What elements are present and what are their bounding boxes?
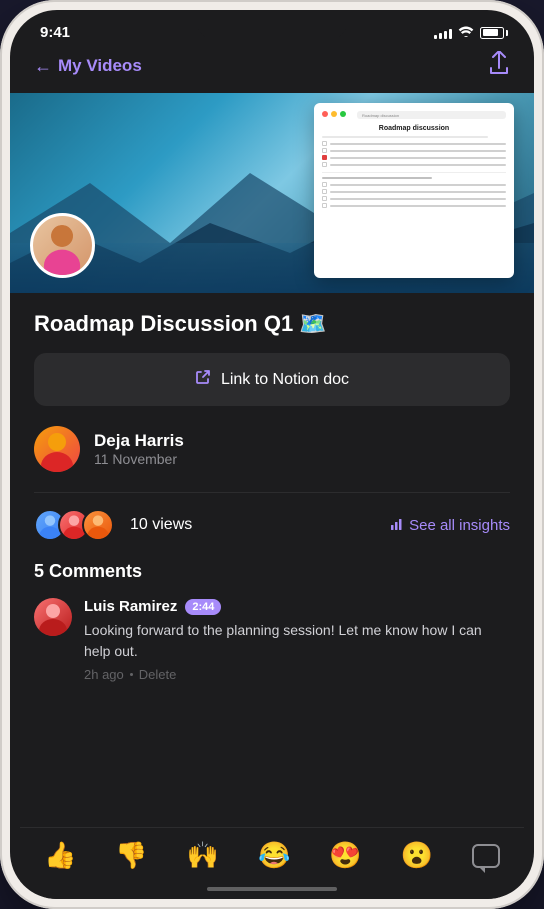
signal-icon	[434, 27, 452, 39]
views-count: 10 views	[130, 516, 192, 534]
comment-header: Luis Ramirez 2:44	[84, 598, 510, 615]
surprised-emoji[interactable]: 😮	[401, 840, 433, 871]
author-name: Deja Harris	[94, 431, 184, 451]
divider	[34, 492, 510, 493]
author-person	[34, 426, 80, 472]
comment-separator	[130, 673, 133, 676]
insights-chart-icon	[390, 517, 404, 534]
views-left: 10 views	[34, 509, 192, 541]
back-button[interactable]: ← My Videos	[34, 56, 142, 77]
notion-link-label: Link to Notion doc	[221, 371, 349, 389]
nav-bar: ← My Videos	[10, 47, 534, 93]
comment-item: Luis Ramirez 2:44 Looking forward to the…	[34, 598, 510, 682]
author-avatar	[34, 426, 80, 472]
share-button[interactable]	[488, 51, 510, 81]
presenter-person	[33, 216, 92, 275]
notch	[197, 10, 347, 40]
viewer-avatar-3	[82, 509, 114, 541]
notion-doc-overlay: Roadmap discussion Roadmap discussion	[314, 103, 514, 278]
nav-title: My Videos	[58, 56, 142, 76]
notion-dot-red	[322, 111, 328, 117]
author-row: Deja Harris 11 November	[34, 426, 510, 472]
home-indicator	[207, 887, 337, 891]
notion-item	[322, 148, 506, 153]
external-link-icon	[195, 369, 211, 390]
phone-screen: 9:41 ←	[10, 10, 534, 899]
comment-author: Luis Ramirez	[84, 598, 177, 615]
presenter-avatar	[30, 213, 95, 278]
viewer-avatars	[34, 509, 106, 541]
notion-item	[322, 162, 506, 167]
thumbs-up-emoji[interactable]: 👍	[44, 840, 76, 871]
comments-header: 5 Comments	[34, 561, 510, 582]
views-row: 10 views See all insights	[34, 509, 510, 541]
insights-label: See all insights	[409, 517, 510, 534]
comment-meta: 2h ago Delete	[84, 667, 510, 682]
commenter-avatar	[34, 598, 72, 636]
delete-comment-button[interactable]: Delete	[139, 667, 177, 682]
see-all-insights-button[interactable]: See all insights	[390, 517, 510, 534]
back-arrow-icon: ←	[34, 56, 52, 77]
notion-line	[322, 136, 488, 138]
comment-time-badge: 2:44	[185, 599, 221, 615]
comment-text: Looking forward to the planning session!…	[84, 620, 510, 662]
thumbs-down-emoji[interactable]: 👎	[115, 840, 147, 871]
raised-hands-emoji[interactable]: 🙌	[187, 840, 219, 871]
battery-icon	[480, 27, 504, 39]
comment-ago: 2h ago	[84, 667, 124, 682]
phone-frame: 9:41 ←	[0, 0, 544, 909]
video-thumbnail[interactable]: Roadmap discussion Roadmap discussion	[10, 93, 534, 293]
video-title: Roadmap Discussion Q1 🗺️	[34, 311, 510, 337]
author-date: 11 November	[94, 451, 184, 467]
notion-link-button[interactable]: Link to Notion doc	[34, 353, 510, 406]
notion-dot-green	[340, 111, 346, 117]
content-area: Roadmap Discussion Q1 🗺️ Link to Notion …	[10, 311, 534, 682]
status-time: 9:41	[40, 24, 70, 41]
laugh-emoji[interactable]: 😂	[258, 840, 290, 871]
author-info: Deja Harris 11 November	[94, 431, 184, 467]
wifi-icon	[458, 25, 474, 40]
heart-eyes-emoji[interactable]: 😍	[329, 840, 361, 871]
notion-doc-title: Roadmap discussion	[322, 125, 506, 132]
notion-item	[322, 155, 506, 160]
comment-body: Luis Ramirez 2:44 Looking forward to the…	[84, 598, 510, 682]
status-icons	[434, 25, 504, 40]
chat-icon[interactable]	[472, 844, 500, 868]
notion-top-bar: Roadmap discussion	[322, 111, 506, 119]
notion-item	[322, 141, 506, 146]
notion-dot-yellow	[331, 111, 337, 117]
